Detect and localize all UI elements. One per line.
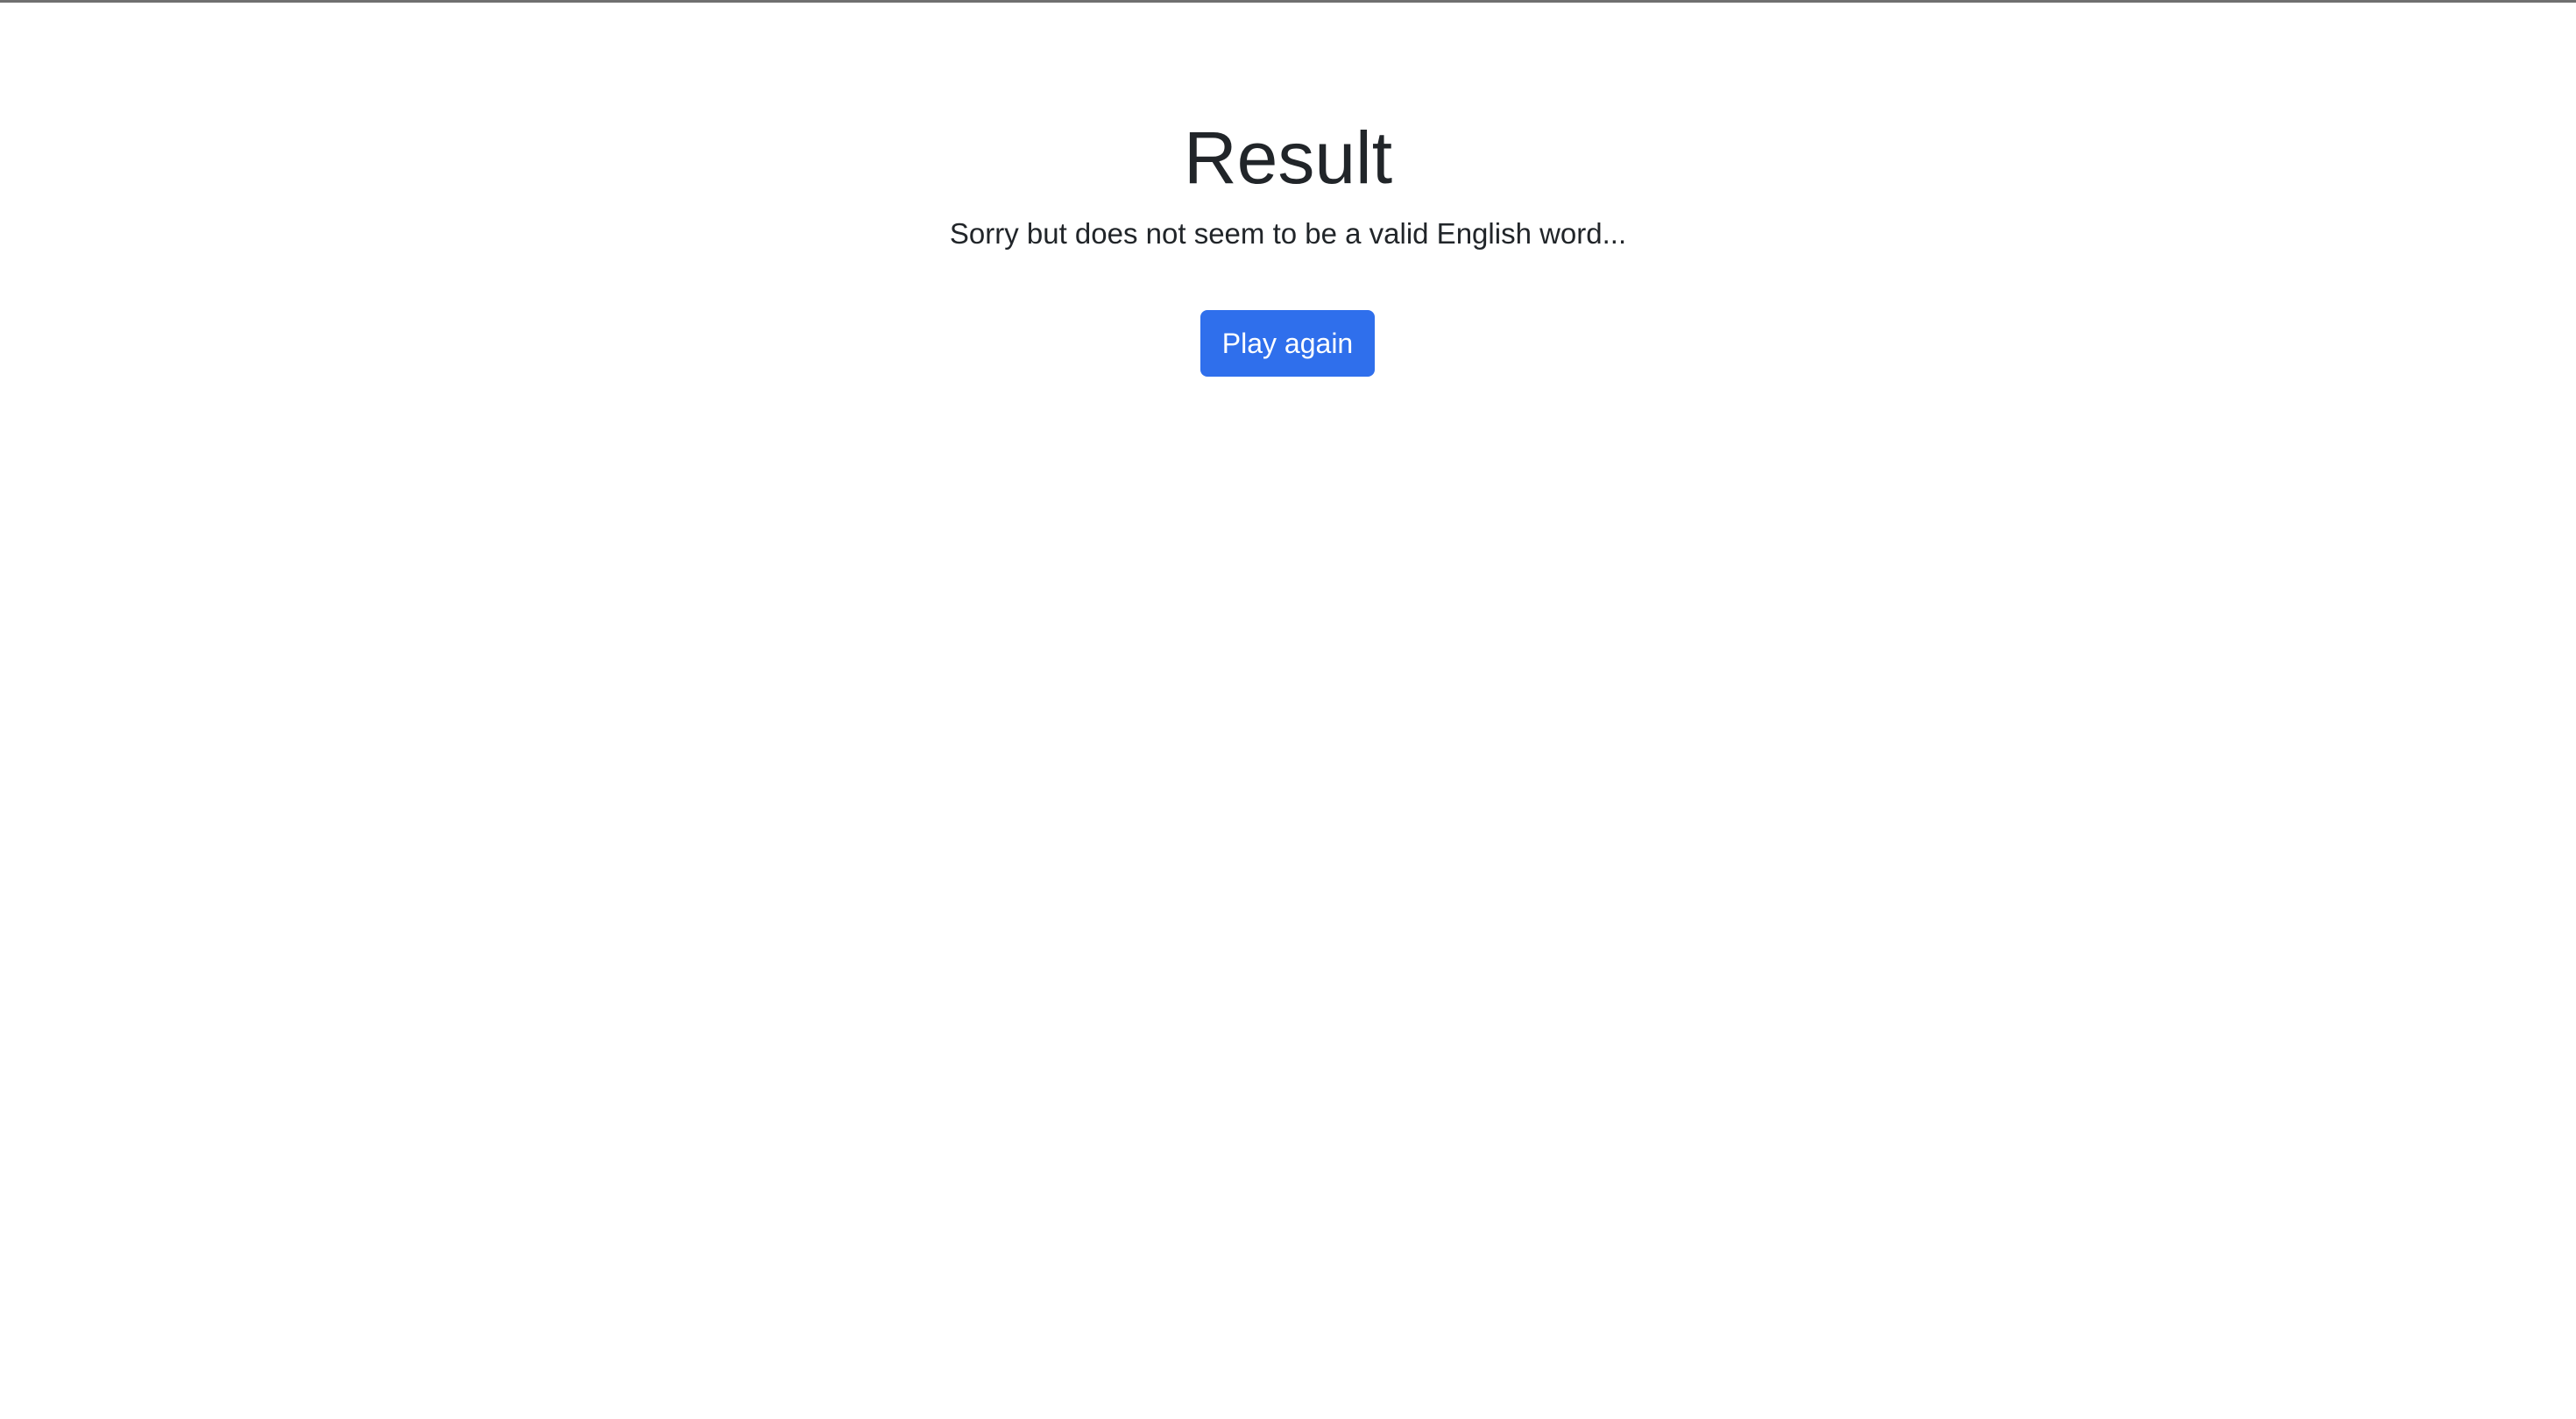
- top-border: [0, 0, 2576, 3]
- result-title: Result: [1183, 116, 1393, 199]
- result-message: Sorry but does not seem to be a valid En…: [949, 217, 1627, 250]
- play-again-button[interactable]: Play again: [1200, 310, 1375, 377]
